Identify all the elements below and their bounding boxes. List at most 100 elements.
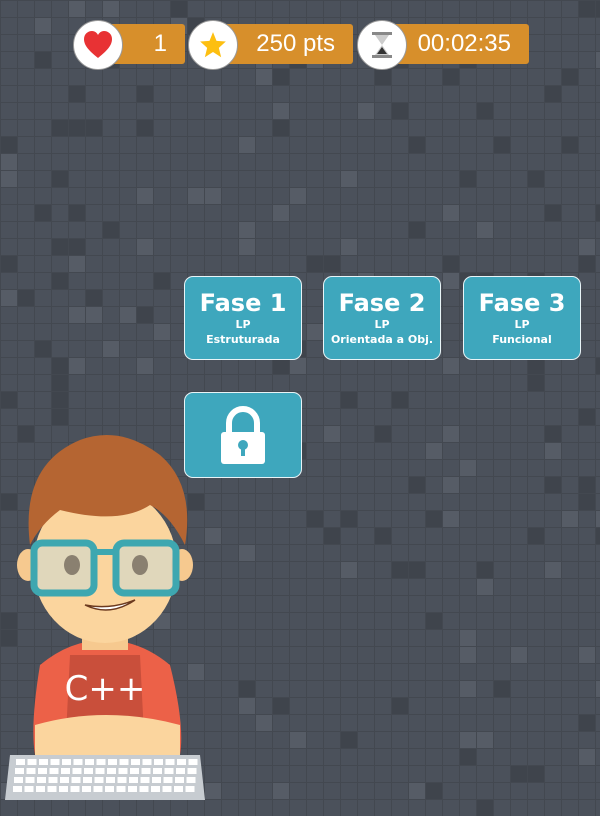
background-tile (103, 222, 119, 238)
keyboard-key (129, 777, 138, 783)
background-tile (1, 171, 17, 187)
keyboard-key (39, 759, 48, 765)
keyboard-key (38, 768, 47, 774)
background-tile (460, 749, 476, 765)
background-tile (137, 120, 153, 136)
background-tile (545, 426, 561, 442)
background-tile (137, 188, 153, 204)
background-tile (460, 681, 476, 697)
keyboard-key (152, 777, 161, 783)
keyboard-key (13, 786, 22, 792)
background-tile (511, 766, 527, 782)
background-tile (341, 171, 357, 187)
keyboard-key (186, 777, 196, 783)
background-tile (273, 120, 289, 136)
background-tile (205, 188, 221, 204)
background-tile (494, 681, 510, 697)
keyboard-key (106, 777, 115, 783)
keyboard-key (70, 786, 80, 792)
keyboard-key (139, 786, 149, 792)
keyboard-key (62, 759, 71, 765)
background-tile (477, 579, 493, 595)
background-tile (409, 477, 425, 493)
background-tile (69, 256, 85, 272)
keyboard-key (187, 768, 197, 774)
background-tile (409, 783, 425, 799)
background-tile (375, 426, 391, 442)
background-tile (273, 205, 289, 221)
background-tile (137, 307, 153, 323)
background-tile (375, 69, 391, 85)
background-tile (528, 358, 544, 374)
background-tile (86, 290, 102, 306)
keyboard-key (105, 786, 114, 792)
phase-2-button[interactable]: Fase 2 LP Orientada a Obj. (323, 276, 441, 360)
keyboard-key (142, 759, 152, 765)
keyboard-key (48, 777, 58, 783)
keyboard-key (140, 777, 150, 783)
background-tile (477, 800, 493, 816)
background-tile (443, 273, 459, 289)
background-tile (528, 766, 544, 782)
phase-subtitle: LP (374, 318, 390, 331)
background-tile (52, 239, 68, 255)
background-tile (52, 171, 68, 187)
keyboard-key (188, 759, 198, 765)
keyboard-key (95, 768, 105, 774)
background-tile (341, 562, 357, 578)
phase-1-button[interactable]: Fase 1 LP Estruturada (184, 276, 302, 360)
background-tile (35, 52, 51, 68)
background-tile (409, 562, 425, 578)
keyboard-key (163, 777, 173, 783)
background-tile (69, 120, 85, 136)
background-tile (460, 630, 476, 646)
lock-icon (221, 406, 265, 464)
keyboard-key (108, 759, 117, 765)
background-tile (69, 205, 85, 221)
keyboard-key (84, 768, 93, 774)
keyboard-key (72, 768, 82, 774)
background-tile (273, 358, 289, 374)
background-tile (443, 256, 459, 272)
background-tile (324, 256, 340, 272)
background-tile (69, 307, 85, 323)
keyboard-key (174, 786, 183, 792)
background-tile (545, 477, 561, 493)
background-tile (409, 137, 425, 153)
background-tile (1, 154, 17, 170)
background-tile (579, 239, 595, 255)
background-tile (273, 698, 289, 714)
background-tile (341, 732, 357, 748)
keyboard-key (119, 759, 129, 765)
keyboard-key (175, 777, 184, 783)
keyboard-key (141, 768, 151, 774)
phase-title: Fase 2 (338, 289, 426, 317)
keyboard-key (128, 786, 137, 792)
background-tile (273, 69, 289, 85)
background-tile (460, 171, 476, 187)
background-tile (596, 205, 600, 221)
background-tile (137, 86, 153, 102)
background-tile (358, 103, 374, 119)
background-tile (341, 511, 357, 527)
background-tile (426, 613, 442, 629)
background-tile (273, 783, 289, 799)
background-tile (579, 409, 595, 425)
background-tile (154, 273, 170, 289)
lives-counter: 1 (73, 20, 185, 70)
background-tile (52, 120, 68, 136)
phase-3-button[interactable]: Fase 3 LP Funcional (463, 276, 581, 360)
keyboard-key (59, 786, 68, 792)
background-tile (392, 698, 408, 714)
background-tile (290, 188, 306, 204)
keyboard-key (162, 786, 172, 792)
background-tile (596, 681, 600, 697)
keyboard-key (96, 759, 106, 765)
background-tile (52, 375, 68, 391)
keyboard-key (50, 759, 60, 765)
background-tile (154, 324, 170, 340)
background-tile (324, 528, 340, 544)
background-tile (392, 392, 408, 408)
phase-title: Fase 1 (199, 289, 287, 317)
background-tile (477, 103, 493, 119)
